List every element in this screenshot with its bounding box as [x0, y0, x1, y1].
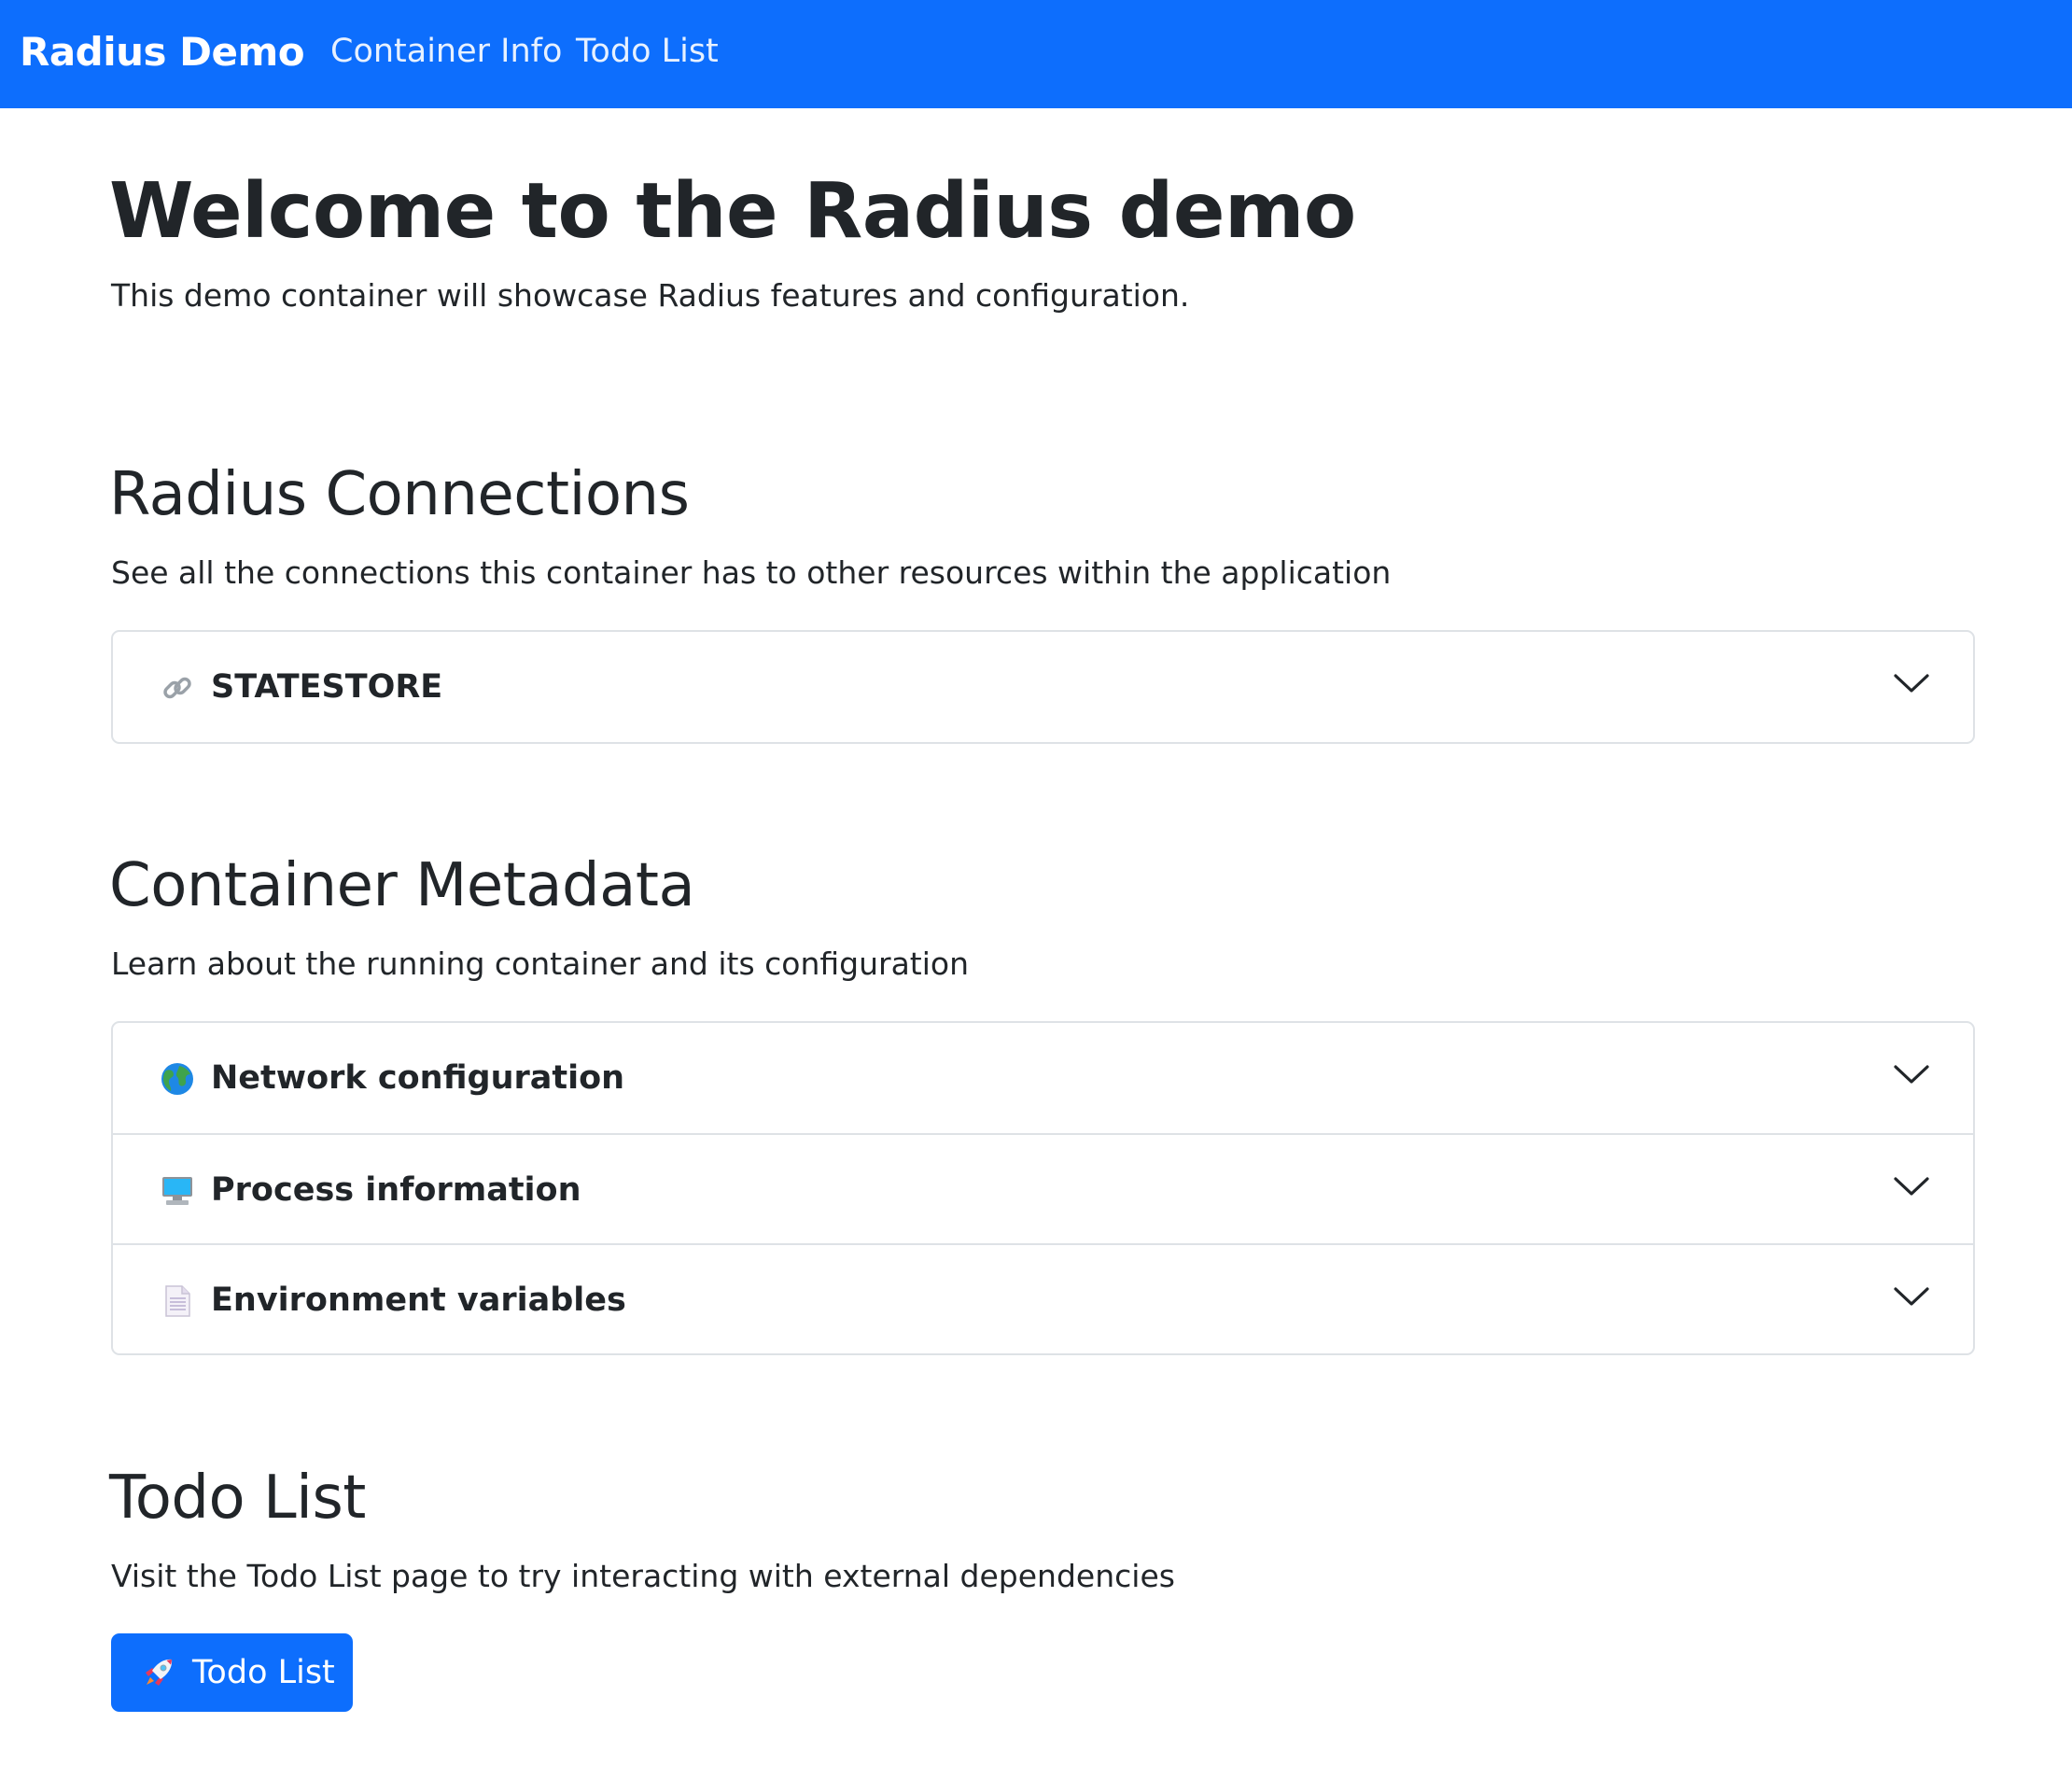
- computer-icon: [161, 1174, 194, 1208]
- accordion-item-process-information[interactable]: Process information: [113, 1133, 1973, 1243]
- accordion-label: Process information: [211, 1171, 581, 1209]
- todo-heading: Todo List: [109, 1464, 366, 1533]
- accordion-label: Network configuration: [211, 1059, 625, 1097]
- todo-list-button[interactable]: Todo List: [111, 1633, 353, 1712]
- nav-link-todo-list[interactable]: Todo List: [576, 28, 719, 75]
- accordion-item-statestore[interactable]: STATESTORE: [113, 632, 1973, 742]
- chevron-down-icon: [1893, 1173, 1930, 1199]
- accordion-item-network-configuration[interactable]: Network configuration: [113, 1023, 1973, 1133]
- page-subtitle: This demo container will showcase Radius…: [111, 277, 1190, 314]
- accordion-label: STATESTORE: [211, 668, 443, 706]
- navbar-brand[interactable]: Radius Demo: [20, 24, 305, 80]
- connections-accordion: STATESTORE: [111, 630, 1975, 744]
- globe-icon: [161, 1062, 194, 1096]
- metadata-accordion: Network configuration Process informatio…: [111, 1021, 1975, 1355]
- accordion-item-environment-variables[interactable]: Environment variables: [113, 1243, 1973, 1353]
- chevron-down-icon: [1893, 1061, 1930, 1087]
- accordion-label: Environment variables: [211, 1282, 626, 1319]
- chevron-down-icon: [1893, 1283, 1930, 1310]
- navbar: Radius Demo Container Info Todo List: [0, 0, 2072, 108]
- connections-heading: Radius Connections: [109, 460, 690, 529]
- todo-list-button-label: Todo List: [192, 1654, 335, 1691]
- chevron-down-icon: [1893, 670, 1930, 696]
- metadata-description: Learn about the running container and it…: [111, 946, 970, 982]
- rocket-icon: [142, 1656, 175, 1689]
- page-title: Welcome to the Radius demo: [109, 167, 1356, 256]
- nav-link-container-info[interactable]: Container Info: [330, 28, 562, 75]
- document-icon: [161, 1284, 194, 1318]
- connections-description: See all the connections this container h…: [111, 554, 1392, 591]
- metadata-heading: Container Metadata: [109, 851, 695, 920]
- todo-description: Visit the Todo List page to try interact…: [111, 1558, 1175, 1594]
- link-icon: [161, 671, 194, 705]
